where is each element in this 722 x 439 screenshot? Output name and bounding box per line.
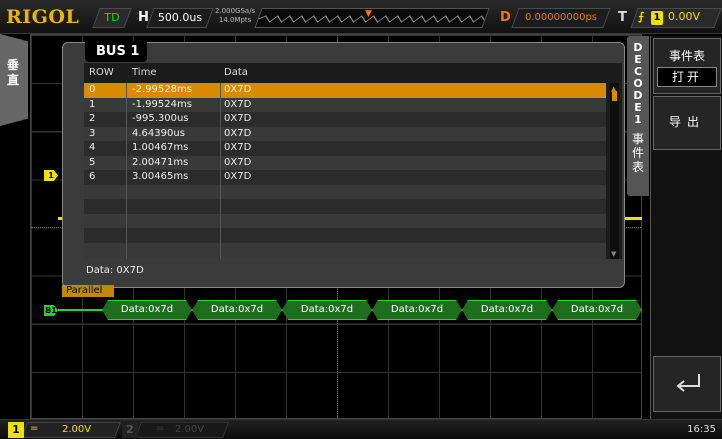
decoded-packet-label: Data:0x7d (120, 304, 174, 315)
cell-row: 1 (89, 98, 96, 110)
timebase-value: 500.0us (157, 11, 203, 24)
system-clock: 16:35 (687, 424, 716, 435)
cell-row: 5 (89, 156, 96, 168)
decoded-packet: Data:0x7d (372, 300, 462, 320)
cell-time: -1.99524ms (132, 98, 192, 110)
delay-label: D (500, 10, 511, 25)
delay-display[interactable]: 0.00000000ps (511, 8, 611, 28)
trigger-status: TD (92, 8, 132, 28)
decoded-packet-label: Data:0x7d (300, 304, 354, 315)
event-table-state: 打开 (657, 67, 717, 87)
column-header-row: ROW (89, 67, 114, 78)
delay-value: 0.00000000ps (525, 12, 597, 23)
cell-data: 0X7D (224, 156, 252, 168)
event-table-tab-label: 事件表 (631, 132, 644, 174)
status-bar: RIGOL TD H 500.0us 2.000GSa/s 14.0Mpts ▼… (0, 0, 722, 34)
column-divider (220, 83, 221, 259)
ch1-indicator[interactable]: 1 (8, 422, 24, 438)
acquisition-info: 2.000GSa/s 14.0Mpts (215, 7, 255, 25)
event-table-title: 事件表 (668, 49, 705, 63)
decoded-packet: Data:0x7d (192, 300, 282, 320)
trigger-level: 0.00V (668, 10, 701, 23)
bus-event-table-window: BUS 1 ROW Time Data 0 -2.99528ms 0X7D 1 … (62, 42, 625, 288)
ch1-coupling-icon: = (30, 423, 39, 434)
ch2-scale: 2.00V (175, 424, 205, 435)
export-label: 导出 (668, 115, 705, 129)
decoded-packet: Data:0x7d (282, 300, 372, 320)
decode-type-label: Parallel (62, 285, 114, 297)
bus-title: BUS 1 (96, 44, 140, 59)
back-softkey[interactable] (653, 356, 721, 412)
rising-edge-icon: ⨍ (638, 10, 645, 23)
memory-waveform-icon (258, 15, 490, 23)
decoded-packet-label: Data:0x7d (390, 304, 444, 315)
decoded-packet: Data:0x7d (102, 300, 192, 320)
table-scrollbar[interactable]: ▲ ▼ (610, 83, 619, 259)
trigger-source: 1 (651, 11, 663, 25)
decoded-packet: Data:0x7d (552, 300, 642, 320)
column-header-data: Data (224, 67, 248, 78)
decode-tab-label: DECODE1 (633, 41, 643, 126)
cell-data: 0X7D (224, 84, 252, 95)
softkey-menu: 事件表 打开 导出 (650, 36, 722, 419)
cell-row: 6 (89, 171, 96, 182)
column-divider (126, 83, 127, 259)
cell-time: 1.00467ms (132, 142, 189, 153)
table-row[interactable]: 5 2.00471ms 0X7D (84, 155, 606, 170)
ch2-coupling-icon: = (156, 423, 165, 434)
memory-waveform-overview (254, 8, 490, 28)
event-table: ROW Time Data 0 -2.99528ms 0X7D 1 -1.995… (84, 63, 622, 259)
cell-time: 4.64390us (132, 127, 185, 139)
export-softkey[interactable]: 导出 (653, 96, 721, 150)
vertical-menu-label: 垂直 (7, 58, 20, 87)
trigger-position-icon: ▼ (365, 9, 372, 19)
cell-time: -2.99528ms (132, 84, 192, 95)
cell-row: 2 (89, 113, 96, 124)
cell-row: 3 (89, 127, 96, 139)
cell-data: 0X7D (224, 142, 252, 153)
selected-data-readout: Data: 0X7D (86, 265, 144, 276)
column-header-time: Time (132, 67, 157, 78)
memory-depth: 14.0Mpts (218, 16, 252, 24)
scroll-down-icon[interactable]: ▼ (611, 250, 616, 258)
table-row[interactable]: 6 3.00465ms 0X7D (84, 170, 606, 185)
empty-row (84, 184, 606, 199)
empty-row (84, 213, 606, 228)
channel-status-bar: 1 = 2.00V 2 = 2.00V 16:35 (0, 419, 722, 439)
sample-rate: 2.000GSa/s (215, 7, 256, 15)
trigger-label: T (618, 10, 627, 25)
decoded-packet: Data:0x7d (462, 300, 552, 320)
table-row[interactable]: 3 4.64390us 0X7D (84, 126, 606, 141)
table-row[interactable]: 0 -2.99528ms 0X7D (84, 83, 606, 98)
ch2-indicator[interactable]: 2 (122, 422, 138, 438)
cell-time: -995.300us (132, 113, 189, 124)
decoded-packet-label: Data:0x7d (570, 304, 624, 315)
cell-time: 3.00465ms (132, 171, 189, 182)
empty-row (84, 199, 606, 214)
cell-time: 2.00471ms (132, 156, 189, 168)
empty-row (84, 228, 606, 243)
cell-row: 4 (89, 142, 96, 153)
cell-row: 0 (89, 84, 96, 95)
table-row[interactable]: 2 -995.300us 0X7D (84, 112, 606, 127)
back-arrow-icon (676, 374, 700, 392)
scrollbar-thumb[interactable] (612, 91, 617, 101)
timebase-display[interactable]: 500.0us (146, 8, 214, 28)
cell-data: 0X7D (224, 113, 252, 124)
trigger-status-text: TD (104, 11, 120, 24)
table-row[interactable]: 1 -1.99524ms 0X7D (84, 97, 606, 112)
cell-data: 0X7D (224, 171, 252, 182)
cell-data: 0X7D (224, 98, 252, 110)
event-table-softkey[interactable]: 事件表 打开 (653, 38, 721, 94)
empty-row (84, 242, 606, 259)
decoded-packet-label: Data:0x7d (210, 304, 264, 315)
ch1-trace (623, 217, 642, 220)
ch1-scale: 2.00V (62, 424, 92, 435)
bus-idle-line (58, 309, 102, 311)
cell-data: 0X7D (224, 127, 252, 139)
brand-logo: RIGOL (6, 6, 80, 28)
table-row[interactable]: 4 1.00467ms 0X7D (84, 141, 606, 156)
decoded-packet-label: Data:0x7d (480, 304, 534, 315)
